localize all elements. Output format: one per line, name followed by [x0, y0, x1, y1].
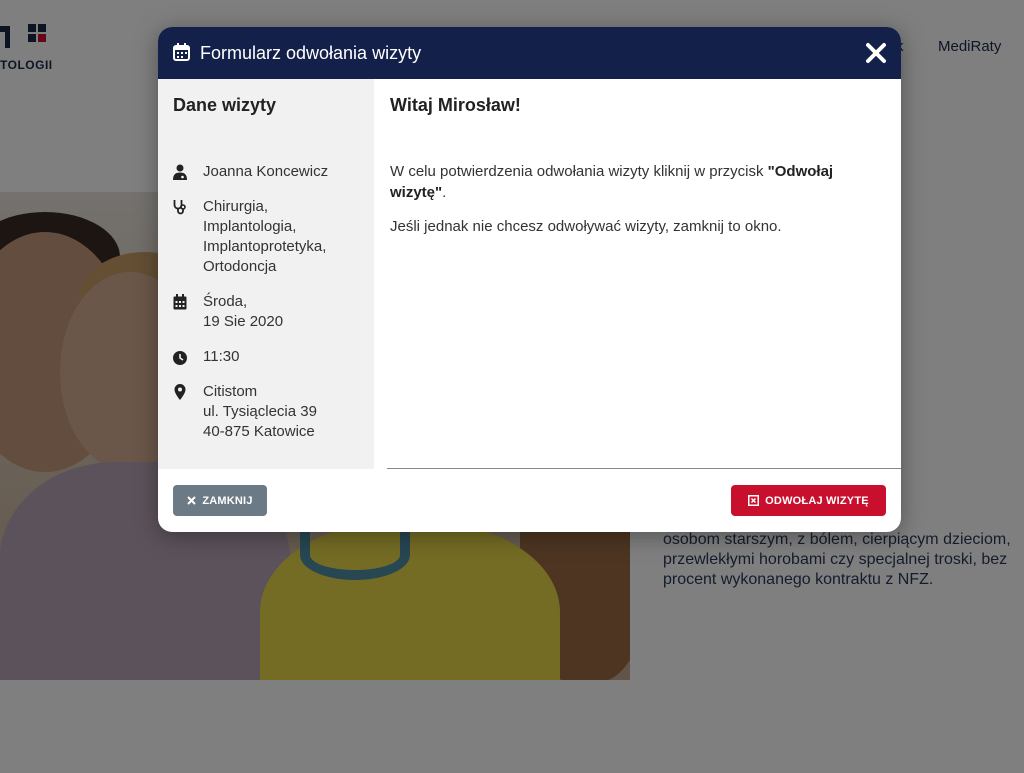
close-icon[interactable] [864, 41, 888, 65]
map-pin-icon [174, 384, 186, 400]
visit-details-panel: Dane wizyty Joanna Koncewicz Chirurgia, … [158, 79, 374, 469]
clinic-city: 40-875 Katowice [203, 423, 315, 440]
calendar-icon [173, 43, 190, 61]
stethoscope-icon [173, 200, 186, 215]
visit-date: 19 Sie 2020 [203, 313, 284, 330]
close-button-label: ZAMKNIJ [202, 494, 253, 507]
confirm-message-prefix: W celu potwierdzenia odwołania wizyty kl… [390, 163, 768, 180]
specialty-line: Implantologia, [203, 218, 297, 235]
footer-divider [387, 468, 901, 469]
cancel-box-icon [748, 495, 760, 506]
confirm-message-suffix: . [442, 184, 447, 201]
clinic-name: Citistom [203, 383, 258, 400]
clock-icon [173, 351, 187, 365]
cancel-visit-modal: Formularz odwołania wizyty Dane wizyty J… [158, 27, 901, 532]
location-text: Citistom ul. Tysiąclecia 39 40-875 Katow… [203, 382, 317, 442]
doctor-icon [173, 164, 187, 180]
close-small-icon [187, 496, 197, 505]
confirm-message: W celu potwierdzenia odwołania wizyty kl… [390, 161, 890, 203]
specialty-line: Implantoprotetyka, [203, 238, 327, 255]
doctor-name: Joanna Koncewicz [203, 163, 329, 180]
calendar-icon [173, 294, 187, 310]
greeting: Witaj Mirosław! [390, 95, 521, 115]
specialties-text: Chirurgia, Implantologia, Implantoprotet… [203, 197, 326, 277]
close-hint-message: Jeśli jednak nie chcesz odwoływać wizyty… [390, 218, 782, 235]
clinic-street: ul. Tysiąclecia 39 [203, 403, 317, 420]
close-button[interactable]: ZAMKNIJ [173, 485, 267, 516]
cancel-visit-button-label: ODWOŁAJ WIZYTĘ [765, 494, 869, 507]
specialty-line: Chirurgia, [203, 198, 269, 215]
visit-date-text: Środa, 19 Sie 2020 [203, 292, 283, 332]
specialty-line: Ortodoncja [203, 258, 277, 275]
visit-time: 11:30 [203, 348, 240, 365]
modal-header: Formularz odwołania wizyty [158, 27, 901, 79]
message-panel: Witaj Mirosław! W celu potwierdzenia odw… [374, 79, 901, 469]
modal-title: Formularz odwołania wizyty [200, 43, 422, 63]
visit-details-title: Dane wizyty [173, 95, 277, 115]
cancel-visit-button[interactable]: ODWOŁAJ WIZYTĘ [731, 485, 886, 516]
visit-day: Środa, [203, 293, 248, 310]
